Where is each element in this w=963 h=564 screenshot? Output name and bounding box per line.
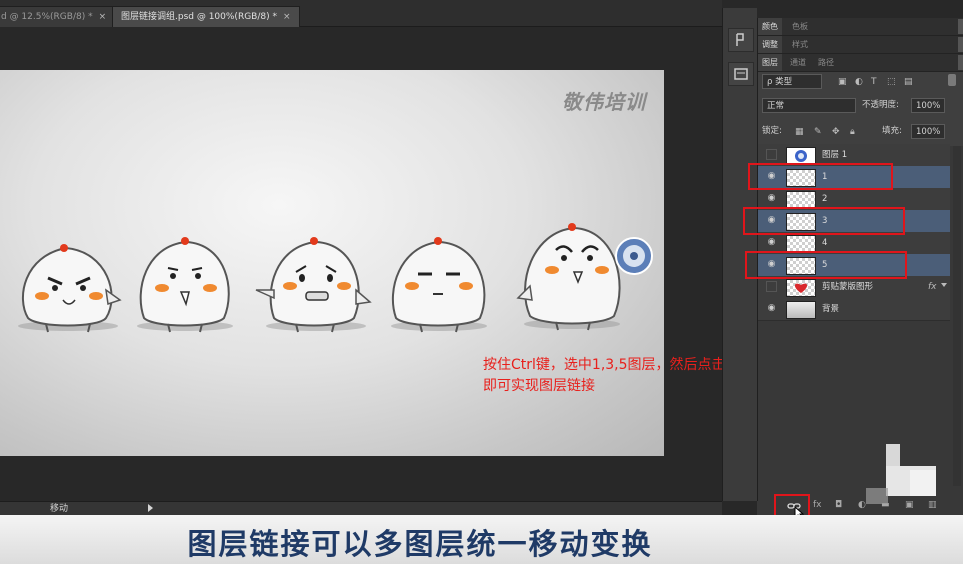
lock-position-icon[interactable]: ✥ xyxy=(832,126,840,138)
panel-menu-icon[interactable] xyxy=(958,37,963,52)
document-canvas[interactable]: 敬伟培训 xyxy=(0,70,664,456)
layers-scrollbar[interactable] xyxy=(953,146,961,486)
filter-smart-object-icon[interactable]: ▤ xyxy=(904,76,913,88)
layer-name[interactable]: 剪贴蒙版图形 xyxy=(822,276,873,298)
play-arrow-icon[interactable] xyxy=(148,504,153,512)
history-icon[interactable] xyxy=(728,28,754,52)
character-4 xyxy=(391,237,487,333)
adjust-panel-tabs: 调整 样式 xyxy=(758,36,963,54)
properties-icon[interactable] xyxy=(728,62,754,86)
status-mode-label: 移动 xyxy=(50,504,69,514)
opacity-input[interactable]: 100% xyxy=(911,98,945,113)
character-3 xyxy=(255,237,372,333)
blend-mode-select[interactable]: 正常 xyxy=(762,98,856,113)
layer-name[interactable]: 背景 xyxy=(822,298,839,320)
document-tab-1[interactable]: d @ 12.5%(RGB/8) * × xyxy=(0,6,116,27)
mask-icon[interactable]: ◘ xyxy=(835,500,842,510)
document-tab-label: d @ 12.5%(RGB/8) * xyxy=(1,12,93,22)
eye-icon[interactable]: ◉ xyxy=(766,237,777,248)
close-icon[interactable]: × xyxy=(283,12,291,22)
subtitle-band: 图层链接可以多图层统一移动变换 xyxy=(0,515,963,564)
lock-label: 锁定: xyxy=(762,126,782,136)
color-panel-tabs: 颜色 色板 xyxy=(758,18,963,36)
eye-icon[interactable]: ◉ xyxy=(766,193,777,204)
status-bar: 移动 xyxy=(0,501,722,516)
highlight-layer-5 xyxy=(745,251,907,279)
chevron-down-icon[interactable] xyxy=(941,283,947,287)
close-icon[interactable]: × xyxy=(99,12,107,22)
document-tab-label: 图层链接调组.psd @ 100%(RGB/8) * xyxy=(121,12,277,22)
filter-toggle[interactable] xyxy=(948,74,956,86)
character-1 xyxy=(18,244,122,333)
eye-icon[interactable] xyxy=(766,281,777,292)
character-2 xyxy=(137,237,233,333)
character-5 xyxy=(516,223,653,331)
panel-menu-icon[interactable] xyxy=(958,19,963,34)
layer-row-background[interactable]: ◉ 背景 xyxy=(758,298,950,321)
document-tab-bar: d @ 12.5%(RGB/8) * × 图层链接调组.psd @ 100%(RG… xyxy=(0,0,722,27)
layers-panel-tabs: 图层 通道 路径 xyxy=(758,54,963,72)
video-subtitle: 图层链接可以多图层统一移动变换 xyxy=(187,527,653,561)
tab-styles[interactable]: 样式 xyxy=(788,36,812,53)
layer-thumbnail xyxy=(786,279,816,297)
filter-pixel-icon[interactable]: ▣ xyxy=(838,76,847,88)
panel-menu-icon[interactable] xyxy=(958,55,963,70)
eye-icon[interactable]: ◉ xyxy=(766,303,777,314)
fx-icon[interactable]: fx xyxy=(813,500,822,510)
tab-adjustments[interactable]: 调整 xyxy=(758,36,782,53)
filter-type-icon[interactable]: T xyxy=(871,76,877,88)
tab-swatches[interactable]: 色板 xyxy=(788,18,812,35)
lock-transparent-icon[interactable]: ▦ xyxy=(795,126,804,138)
filter-shape-icon[interactable]: ⬚ xyxy=(887,76,896,88)
highlight-layer-3 xyxy=(743,207,905,235)
fx-icon[interactable]: fx xyxy=(928,276,937,298)
layer-filter-select[interactable]: ρ 类型 xyxy=(762,74,822,89)
tab-channels[interactable]: 通道 xyxy=(786,54,810,71)
layer-row-clipping-shape[interactable]: 剪贴蒙版图形 fx xyxy=(758,276,950,299)
layer-thumbnail xyxy=(786,301,816,319)
watermark-text: 敬伟培训 xyxy=(562,90,646,114)
opacity-label: 不透明度: xyxy=(862,100,899,110)
eye-icon[interactable] xyxy=(766,149,777,160)
tab-color[interactable]: 颜色 xyxy=(758,18,782,35)
tab-layers[interactable]: 图层 xyxy=(758,54,782,71)
lock-image-icon[interactable]: ✎ xyxy=(814,126,822,138)
document-tab-2[interactable]: 图层链接调组.psd @ 100%(RGB/8) * × xyxy=(112,6,300,27)
lock-all-icon[interactable]: 🔒︎ xyxy=(850,126,855,138)
highlight-layer-1 xyxy=(748,163,893,190)
adjustment-icon[interactable]: ◐ xyxy=(858,500,866,510)
layers-controls: ρ 类型 ▣ ◐ T ⬚ ▤ 正常 不透明度: 100% 锁定: ▦ ✎ ✥ 🔒… xyxy=(758,72,963,146)
fill-input[interactable]: 100% xyxy=(911,124,945,139)
filter-adjustment-icon[interactable]: ◐ xyxy=(855,76,863,88)
tab-paths[interactable]: 路径 xyxy=(814,54,838,71)
pixelated-overlay xyxy=(866,444,936,504)
fill-label: 填充: xyxy=(882,126,902,136)
